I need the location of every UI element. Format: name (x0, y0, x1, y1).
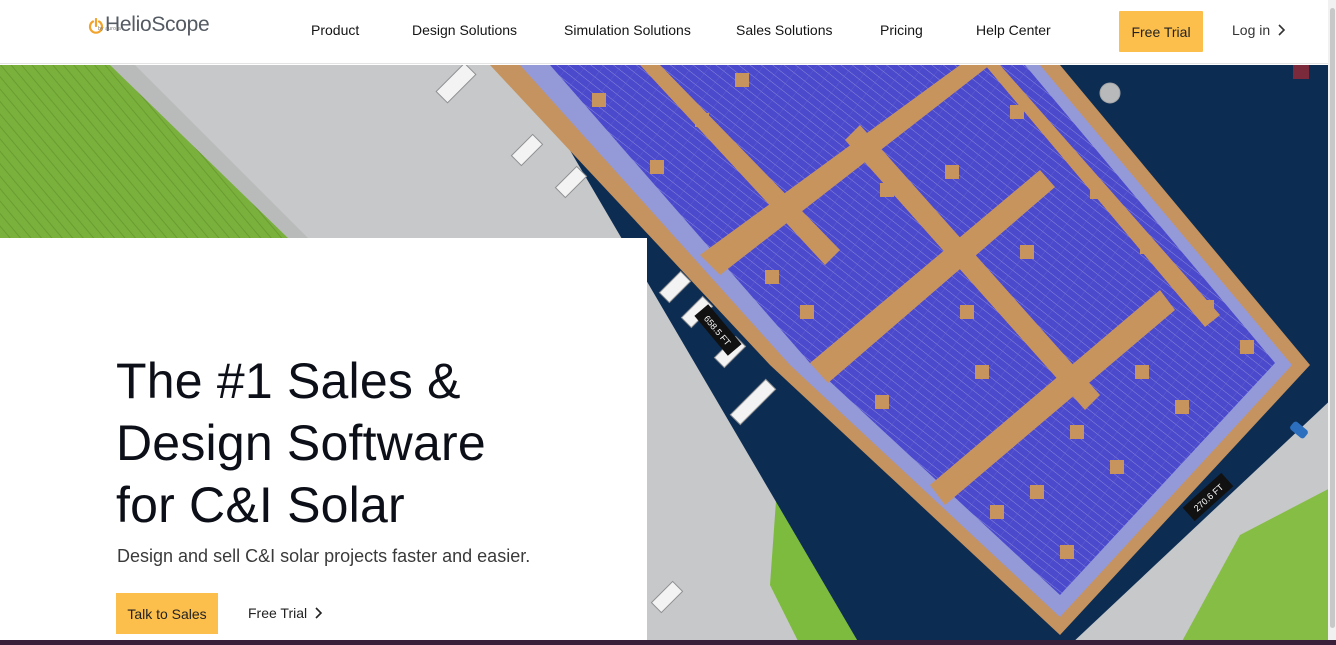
nav-product[interactable]: Product (311, 22, 359, 38)
headline-line-2: Design Software (116, 415, 486, 471)
free-trial-button-label: Free Trial (1131, 23, 1191, 40)
nav-pricing[interactable]: Pricing (880, 22, 923, 38)
nav-design-solutions[interactable]: Design Solutions (412, 22, 517, 38)
nav-simulation-solutions[interactable]: Simulation Solutions (564, 22, 691, 38)
hero-text-card: The #1 Sales & Design Software for C&I S… (0, 238, 647, 645)
headline-line-3: for C&I Solar (116, 477, 405, 533)
logo-subtext: by aurora (98, 26, 121, 32)
scrollbar-thumb[interactable] (1330, 8, 1335, 628)
bottom-bar (0, 640, 1336, 645)
free-trial-button[interactable]: Free Trial (1119, 11, 1203, 52)
chevron-right-icon (1278, 24, 1286, 36)
hero-headline: The #1 Sales & Design Software for C&I S… (116, 350, 596, 536)
hero-subheading: Design and sell C&I solar projects faste… (117, 546, 531, 566)
logo-text: HelioScope (105, 13, 210, 36)
chevron-right-icon (315, 607, 323, 619)
login-link[interactable]: Log in (1232, 22, 1286, 38)
nav-help-center[interactable]: Help Center (976, 22, 1051, 38)
site-header: HelioScope by aurora Product Design Solu… (0, 0, 1336, 64)
talk-to-sales-button[interactable]: Talk to Sales (116, 593, 218, 634)
helioscope-logo[interactable]: HelioScope (88, 13, 210, 37)
login-label: Log in (1232, 22, 1271, 38)
vertical-scrollbar[interactable] (1328, 0, 1336, 645)
talk-to-sales-label: Talk to Sales (127, 605, 207, 622)
headline-line-1: The #1 Sales & (116, 353, 461, 409)
hero-free-trial-label: Free Trial (248, 605, 308, 621)
hero-free-trial-link[interactable]: Free Trial (248, 605, 323, 621)
nav-sales-solutions[interactable]: Sales Solutions (736, 22, 833, 38)
